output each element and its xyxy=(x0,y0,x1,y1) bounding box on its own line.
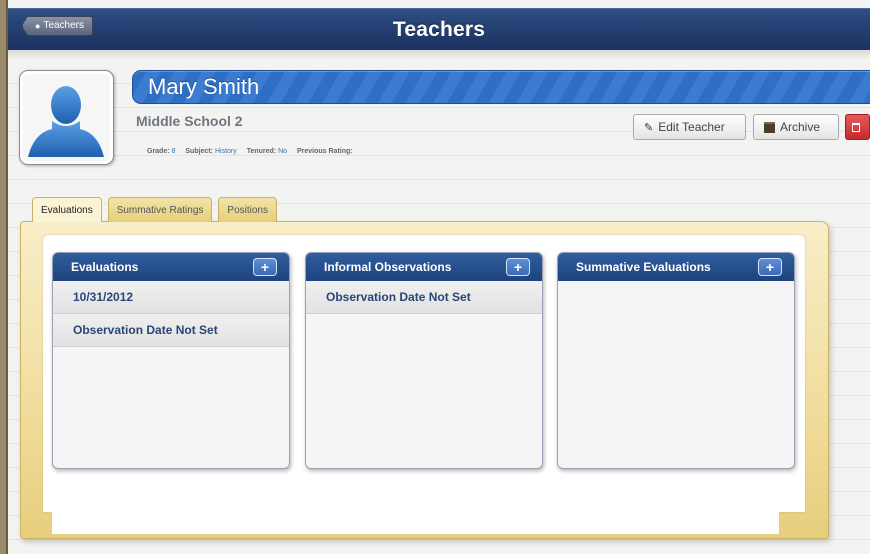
plus-icon: + xyxy=(260,259,270,275)
add-evaluation-button[interactable]: + xyxy=(253,258,277,276)
left-edge xyxy=(0,0,8,554)
subject-value: History xyxy=(214,148,237,155)
archive-box-icon xyxy=(764,121,775,133)
tab-summative-ratings[interactable]: Summative Ratings xyxy=(107,197,213,222)
archive-button[interactable]: Archive xyxy=(753,114,839,140)
evaluations-panel: Evaluations + 10/31/2012 Observation Dat… xyxy=(52,252,290,469)
teacher-name: Mary Smith xyxy=(148,74,260,99)
informal-observations-panel: Informal Observations + Observation Date… xyxy=(305,252,543,469)
list-item[interactable]: Observation Date Not Set xyxy=(53,314,289,347)
panel-header: Evaluations + xyxy=(53,253,289,281)
paper-edge xyxy=(8,50,870,60)
content-sheet-bottom xyxy=(51,512,780,534)
tenured-label: Tenured: xyxy=(246,148,277,155)
teacher-name-banner: Mary Smith xyxy=(132,70,870,104)
add-observation-button[interactable]: + xyxy=(506,258,530,276)
delete-button[interactable] xyxy=(845,114,870,140)
subject-label: Subject: xyxy=(185,148,213,155)
edit-teacher-button[interactable]: ✎ Edit Teacher xyxy=(633,114,746,140)
person-silhouette-icon xyxy=(28,86,104,157)
tab-positions[interactable]: Positions xyxy=(218,197,277,222)
add-summative-button[interactable]: + xyxy=(758,258,782,276)
teacher-meta: Grade: 8 Subject: History Tenured: No Pr… xyxy=(147,148,361,155)
pencil-icon: ✎ xyxy=(644,121,654,134)
tab-evaluations[interactable]: Evaluations xyxy=(32,197,102,222)
trash-icon xyxy=(852,122,860,132)
panel-header: Informal Observations + xyxy=(306,253,542,281)
top-nav-bar: ● Teachers Teachers xyxy=(8,8,870,53)
list-item[interactable]: 10/31/2012 xyxy=(53,281,289,314)
panel-header: Summative Evaluations + xyxy=(558,253,794,281)
plus-icon: + xyxy=(513,259,523,275)
list-item[interactable]: Observation Date Not Set xyxy=(306,281,542,314)
plus-icon: + xyxy=(765,259,775,275)
page-title: Teachers xyxy=(392,18,486,41)
panel-title: Informal Observations xyxy=(324,260,452,274)
panel-title: Summative Evaluations xyxy=(576,260,711,274)
edit-teacher-label: Edit Teacher xyxy=(658,120,725,134)
avatar xyxy=(19,70,114,165)
teacher-school: Middle School 2 xyxy=(136,113,243,129)
grade-value: 8 xyxy=(171,148,176,155)
tenured-value: No xyxy=(278,148,288,155)
summative-evaluations-panel: Summative Evaluations + xyxy=(557,252,795,469)
panel-title: Evaluations xyxy=(71,260,139,274)
grade-label: Grade: xyxy=(147,148,170,155)
previous-rating-label: Previous Rating: xyxy=(296,148,353,155)
archive-label: Archive xyxy=(780,120,821,134)
tab-bar: Evaluations Summative Ratings Positions xyxy=(32,197,277,222)
